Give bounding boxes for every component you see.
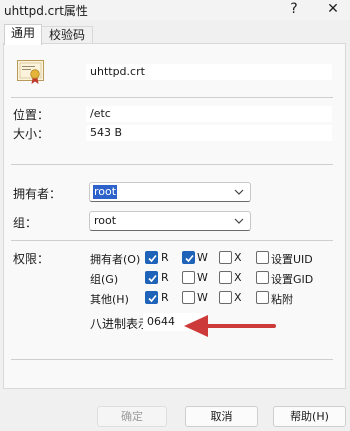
setgid-checkbox[interactable] [256,271,269,284]
perm-group-label: 组(G) [90,273,119,286]
chevron-down-icon [234,215,244,225]
close-icon[interactable]: ✕ [321,0,345,20]
help-icon[interactable]: ? [282,0,306,20]
perm-owner-x-checkbox[interactable] [219,251,232,264]
help-button[interactable]: 帮助(H) [273,406,346,427]
owner-select-value: root [93,185,118,199]
sticky-checkbox[interactable] [256,291,269,304]
group-select[interactable]: root [89,211,251,231]
chevron-down-icon [234,186,244,196]
group-select-value: root [94,214,117,227]
tab-checksum[interactable]: 校验码 [41,26,93,44]
setuid-checkbox[interactable] [256,251,269,264]
location-value: /etc [86,106,332,122]
setgid-label: 设置GID [271,273,314,286]
perm-owner-w-checkbox[interactable] [182,251,195,264]
perm-other-label: 其他(H) [90,293,129,306]
permissions-label: 权限： [13,252,50,266]
perm-r-label: R [161,251,169,264]
perm-r-label: R [161,271,169,284]
perm-w-label: W [197,291,208,304]
annotation-arrow-icon [176,308,276,344]
perm-group-r-checkbox[interactable] [145,271,158,284]
file-name-field[interactable]: uhttpd.crt [86,64,332,80]
perm-w-label: W [197,251,208,264]
owner-select[interactable]: root [89,182,251,202]
cancel-button[interactable]: 取消 [185,406,258,427]
tab-general-label: 通用 [10,26,35,40]
perm-other-w-checkbox[interactable] [182,291,195,304]
location-label: 位置： [13,108,50,122]
size-value: 543 B [86,125,332,141]
divider [11,164,333,165]
title-bar: uhttpd.crt属性 ? ✕ [0,0,350,20]
perm-w-label: W [197,271,208,284]
perm-other-x-checkbox[interactable] [219,291,232,304]
tab-checksum-label: 校验码 [48,28,85,42]
divider [11,97,333,98]
tab-general[interactable]: 通用 [4,24,42,45]
certificate-icon [16,58,46,86]
group-label: 组： [13,216,38,230]
perm-r-label: R [161,291,169,304]
perm-group-x-checkbox[interactable] [219,271,232,284]
divider [11,240,333,241]
ok-button[interactable]: 确定 [97,406,167,427]
owner-label: 拥有者： [13,187,62,201]
perm-other-r-checkbox[interactable] [145,291,158,304]
size-label: 大小： [13,127,50,141]
setuid-label: 设置UID [271,253,313,266]
perm-x-label: X [234,291,242,304]
sticky-label: 粘附 [271,293,293,306]
window-title: uhttpd.crt属性 [4,4,88,18]
octal-label: 八进制表示 [90,317,146,331]
perm-owner-r-checkbox[interactable] [145,251,158,264]
perm-x-label: X [234,271,242,284]
perm-group-w-checkbox[interactable] [182,271,195,284]
perm-owner-label: 拥有者(O) [90,253,141,266]
perm-x-label: X [234,251,242,264]
divider [11,359,333,360]
